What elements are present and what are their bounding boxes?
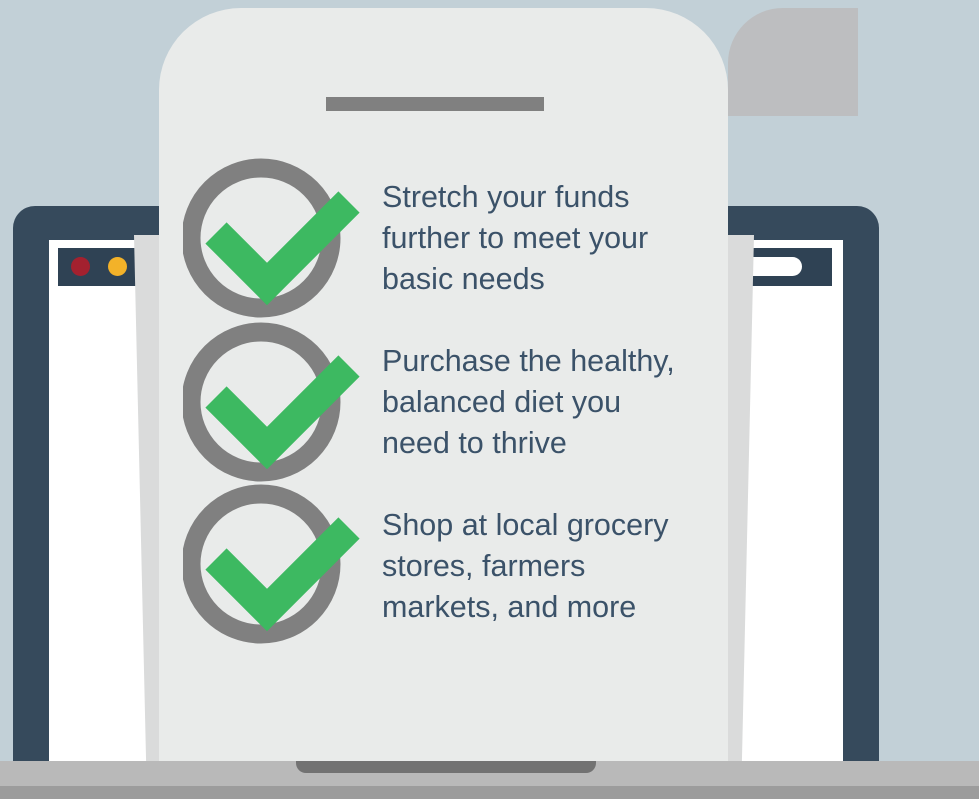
document-header-line (326, 97, 544, 111)
checklist-item-text: Shop at local grocery stores, farmers ma… (382, 508, 669, 624)
laptop-trackpad-notch (296, 761, 596, 773)
checkmark-circle-icon (183, 322, 363, 492)
close-dot-icon (71, 257, 90, 276)
checkmark-circle-icon (183, 158, 363, 328)
checkmark-circle-icon (183, 484, 363, 654)
illustration: Stretch your funds further to meet your … (0, 0, 979, 799)
checklist-item-text: Purchase the healthy, balanced diet you … (382, 344, 675, 460)
checklist-item-text: Stretch your funds further to meet your … (382, 180, 649, 296)
laptop-base-edge (0, 786, 979, 799)
minimize-dot-icon (108, 257, 127, 276)
document-curl (728, 8, 858, 116)
